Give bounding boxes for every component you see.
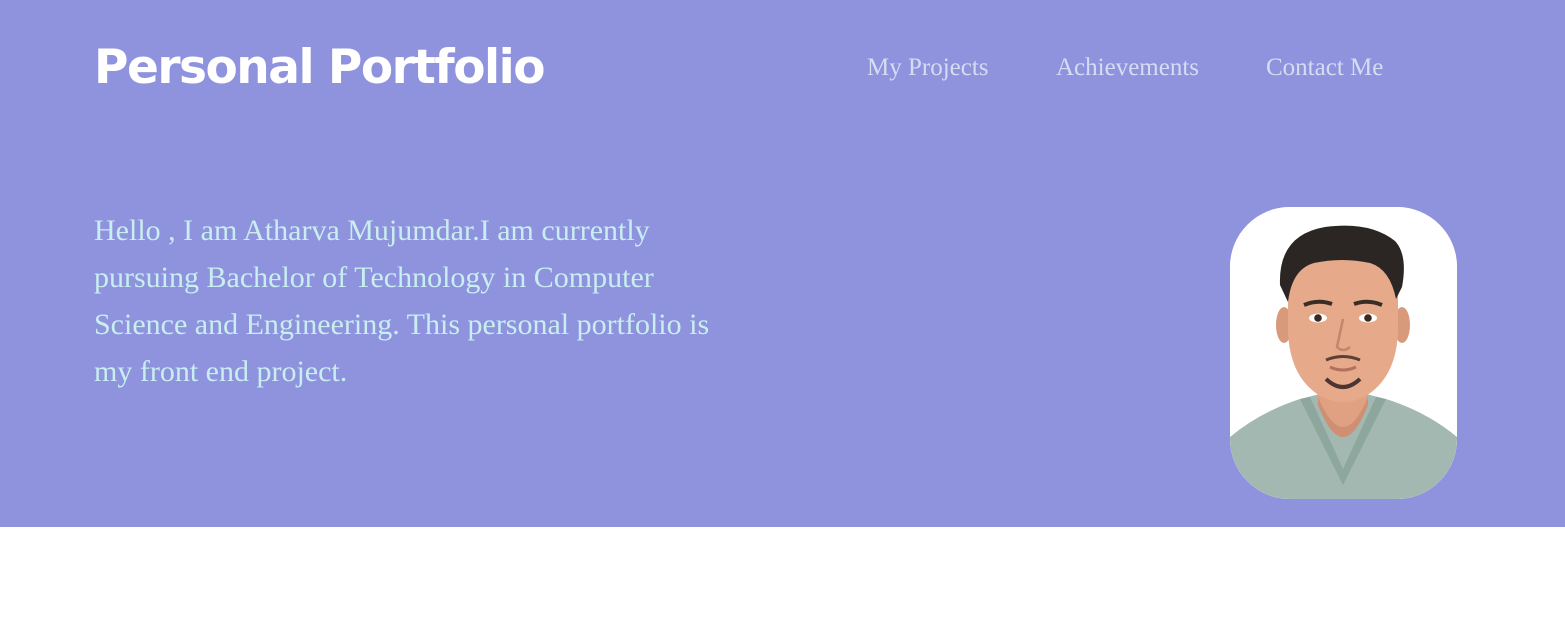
- hero-section: Personal Portfolio My Projects Achieveme…: [0, 0, 1565, 527]
- main-nav: My Projects Achievements Contact Me: [0, 52, 1565, 86]
- nav-link-contact-me[interactable]: Contact Me: [1266, 52, 1383, 84]
- nav-link-achievements[interactable]: Achievements: [1056, 52, 1199, 84]
- profile-photo-illustration: [1230, 207, 1457, 499]
- intro-paragraph: Hello , I am Atharva Mujumdar.I am curre…: [94, 214, 710, 388]
- profile-photo: [1230, 207, 1457, 499]
- nav-link-my-projects[interactable]: My Projects: [867, 52, 989, 84]
